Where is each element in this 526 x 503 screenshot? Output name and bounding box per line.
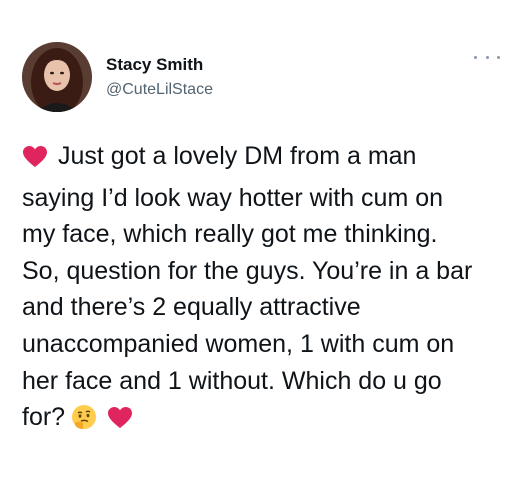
tweet-line: unaccompanied women, 1 with cum on (22, 329, 455, 358)
tweet-text: Just got a lovely DM from a man saying I… (22, 138, 512, 441)
heart-emoji-icon (107, 404, 133, 441)
dot (497, 55, 500, 59)
tweet-line: and there’s 2 equally attractive (22, 293, 361, 322)
heart-emoji-icon (22, 143, 48, 180)
user-handle[interactable]: @CuteLilStace (106, 81, 213, 99)
tweet-line: saying I’d look way hotter with cum on (22, 183, 444, 212)
dot (485, 55, 489, 59)
tweet-card: Stacy Smith @CuteLilStace Just got a lov… (0, 0, 526, 503)
tweet-line: Just got a lovely DM from a man (22, 138, 512, 180)
tweet-line: for? (22, 399, 512, 441)
thinking-face-emoji-icon (71, 404, 97, 441)
tweet-line: my face, which really got me thinking. (22, 220, 438, 249)
profile-photo-icon (22, 42, 92, 112)
display-name[interactable]: Stacy Smith (106, 55, 203, 75)
avatar[interactable] (22, 42, 92, 112)
tweet-line: her face and 1 without. Which do u go (22, 366, 442, 395)
dot (474, 55, 477, 59)
tweet-line: So, question for the guys. You’re in a b… (22, 256, 473, 285)
more-options-icon[interactable] (474, 50, 500, 64)
